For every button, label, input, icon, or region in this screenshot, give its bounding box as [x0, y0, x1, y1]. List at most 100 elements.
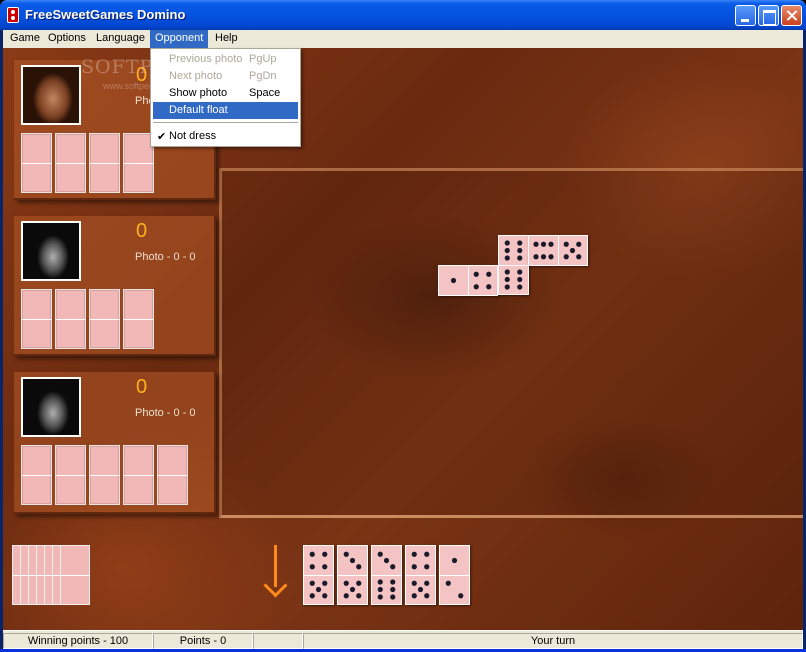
- domino-pip: [343, 580, 349, 586]
- domino-pip: [540, 254, 547, 260]
- title-bar[interactable]: FreeSweetGames Domino: [0, 0, 806, 30]
- domino-pip: [540, 241, 547, 247]
- domino-pip: [517, 247, 523, 254]
- menu-previous-photo[interactable]: Previous photo PgUp: [153, 51, 298, 68]
- domino-pip: [569, 247, 576, 254]
- opponent-score-3: 0: [136, 376, 148, 398]
- domino-pip: [377, 551, 383, 557]
- domino-pip: [533, 241, 539, 247]
- opponent-photo-3[interactable]: [21, 377, 81, 437]
- domino-face: [504, 240, 523, 290]
- menu-bar: Game Options Language Opponent Help: [3, 30, 803, 48]
- face-down-tile: [89, 445, 120, 505]
- domino-pip: [411, 564, 417, 570]
- domino-pip: [411, 580, 417, 586]
- domino-pip: [343, 551, 349, 557]
- checkmark-icon: ✔: [157, 131, 167, 143]
- player-tile[interactable]: [439, 545, 470, 605]
- game-area: 0 Photo - 0 - 0 SOFTPEDIA www.softpedia.…: [3, 48, 803, 630]
- menu-opponent[interactable]: Opponent: [150, 30, 209, 48]
- domino-pip: [349, 557, 356, 564]
- domino-pip: [377, 594, 383, 600]
- domino-pip: [517, 276, 523, 283]
- domino-pip: [322, 580, 328, 586]
- domino-face: [411, 551, 430, 599]
- domino-pip: [517, 255, 523, 261]
- menu-item-shortcut: PgDn: [249, 70, 277, 82]
- opponent-photo-label-3: Photo - 0 - 0: [135, 407, 196, 419]
- face-down-tile: [123, 289, 154, 349]
- domino-pip: [309, 564, 315, 570]
- status-bar: Winning points - 100 Points - 0 Your tur…: [3, 630, 803, 649]
- menu-item-label: Previous photo: [169, 53, 243, 65]
- opponent-score-2: 0: [136, 220, 148, 242]
- board-tile: [438, 265, 498, 296]
- boneyard-stack[interactable]: [12, 545, 92, 605]
- menu-default-float[interactable]: Default float: [153, 102, 298, 119]
- domino-app-icon[interactable]: [7, 7, 19, 23]
- menu-item-label: Default float: [169, 104, 228, 116]
- close-button[interactable]: [781, 5, 802, 26]
- opponent-menu-dropdown: Previous photo PgUp Next photo PgDn Show…: [150, 48, 301, 147]
- menu-next-photo[interactable]: Next photo PgDn: [153, 68, 298, 85]
- domino-pip: [377, 586, 383, 593]
- face-down-tile: [55, 133, 86, 193]
- domino-pip: [517, 269, 523, 275]
- domino-pip: [309, 580, 315, 586]
- domino-pip: [576, 254, 582, 260]
- menu-help[interactable]: Help: [210, 30, 243, 48]
- menu-not-dress[interactable]: ✔ Not dress: [153, 128, 298, 145]
- window-title: FreeSweetGames Domino: [25, 7, 186, 22]
- domino-pip: [349, 586, 356, 593]
- play-board[interactable]: [219, 168, 803, 518]
- menu-item-label: Next photo: [169, 70, 223, 82]
- player-tile[interactable]: [405, 545, 436, 605]
- domino-pip: [548, 254, 554, 260]
- domino-face: [309, 551, 328, 599]
- opponent-photo-2[interactable]: [21, 221, 81, 281]
- face-down-tile: [89, 289, 120, 349]
- face-down-tile: [21, 445, 52, 505]
- domino-face: [450, 271, 492, 290]
- domino-pip: [309, 551, 315, 557]
- domino-pip: [548, 241, 554, 247]
- domino-pip: [322, 564, 328, 570]
- menu-item-label: Show photo: [169, 87, 228, 99]
- domino-pip: [504, 247, 510, 254]
- menu-game[interactable]: Game: [5, 30, 45, 48]
- status-points: Points - 0: [153, 633, 253, 649]
- face-down-tile: [55, 289, 86, 349]
- domino-pip: [563, 241, 569, 247]
- domino-pip: [424, 580, 430, 586]
- domino-pip: [411, 551, 417, 557]
- menu-options[interactable]: Options: [43, 30, 91, 48]
- menu-language[interactable]: Language: [91, 30, 150, 48]
- domino-pip: [486, 284, 492, 290]
- player-tile[interactable]: [337, 545, 368, 605]
- domino-pip: [458, 593, 464, 599]
- domino-pip: [424, 564, 430, 570]
- domino-pip: [486, 271, 492, 277]
- domino-face: [533, 241, 582, 260]
- status-winning-points: Winning points - 100: [3, 633, 153, 649]
- status-empty: [253, 633, 303, 649]
- maximize-button[interactable]: [758, 5, 779, 26]
- opponent-photo-1[interactable]: [21, 65, 81, 125]
- player-tile[interactable]: [303, 545, 334, 605]
- domino-pip: [504, 255, 510, 261]
- minimize-button[interactable]: [735, 5, 756, 26]
- domino-pip: [356, 593, 362, 599]
- menu-item-shortcut: Space: [249, 87, 281, 99]
- domino-pip: [450, 277, 457, 284]
- domino-face: [445, 557, 464, 599]
- player-tile[interactable]: [371, 545, 402, 605]
- face-down-tile: [123, 445, 154, 505]
- domino-pip: [504, 269, 510, 275]
- menu-show-photo[interactable]: Show photo Space: [153, 85, 298, 102]
- turn-arrow-icon: [261, 545, 291, 595]
- app-window: FreeSweetGames Domino Game Options Langu…: [0, 0, 806, 652]
- domino-pip: [377, 579, 383, 585]
- domino-pip: [424, 551, 430, 557]
- face-down-tile: [157, 445, 188, 505]
- menu-item-shortcut: PgUp: [249, 53, 277, 65]
